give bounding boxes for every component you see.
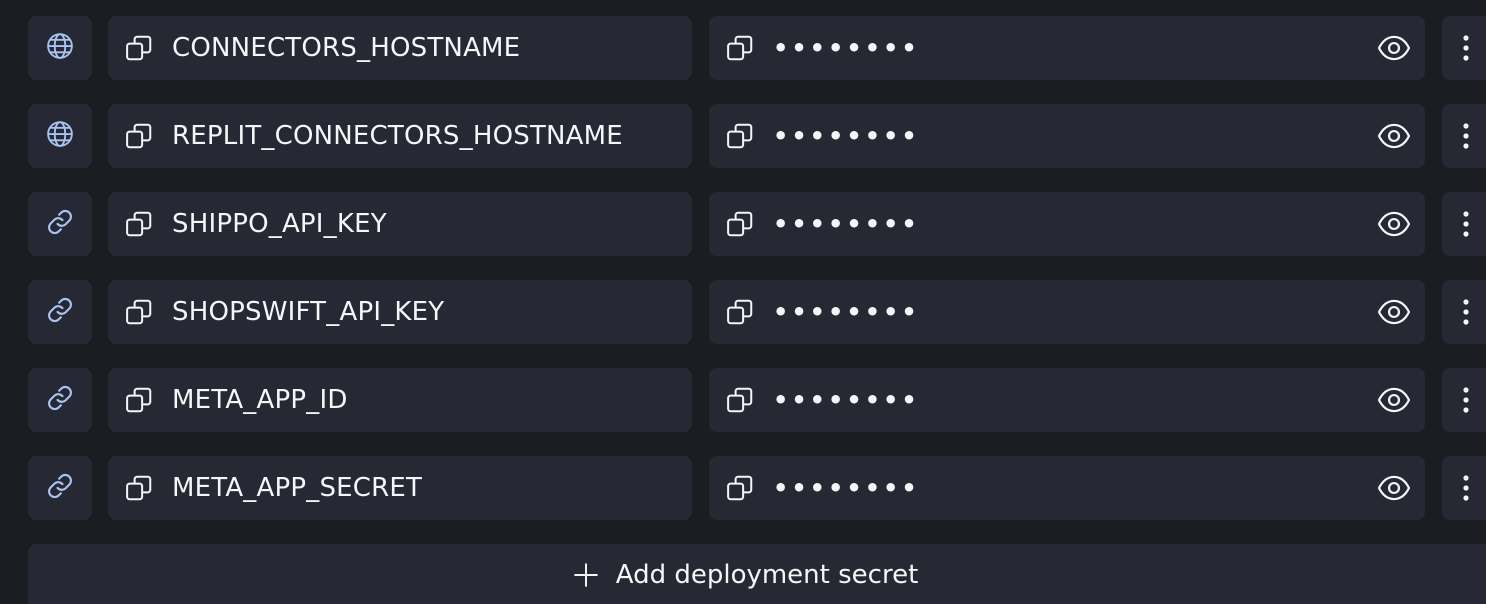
deployment-secrets-panel: CONNECTORS_HOSTNAME •••••••• REPLIT_CONN… <box>0 0 1486 604</box>
eye-icon[interactable] <box>1377 208 1411 240</box>
secret-value-field[interactable]: •••••••• <box>709 456 1425 520</box>
copy-icon[interactable] <box>725 121 755 151</box>
secret-value-field[interactable]: •••••••• <box>709 16 1425 80</box>
secret-type-indicator <box>28 192 92 256</box>
secret-type-indicator <box>28 280 92 344</box>
secret-type-indicator <box>28 104 92 168</box>
row-menu-button[interactable] <box>1442 16 1486 80</box>
row-menu-button[interactable] <box>1442 280 1486 344</box>
copy-icon[interactable] <box>725 33 755 63</box>
secret-value-field[interactable]: •••••••• <box>709 368 1425 432</box>
link-icon <box>45 471 75 505</box>
secret-key-field[interactable]: CONNECTORS_HOSTNAME <box>108 16 692 80</box>
more-vertical-icon[interactable] <box>1456 32 1476 64</box>
link-icon <box>45 295 75 329</box>
globe-icon <box>45 119 75 153</box>
secret-row: META_APP_SECRET •••••••• <box>0 456 1486 520</box>
row-menu-button[interactable] <box>1442 104 1486 168</box>
copy-icon[interactable] <box>124 297 154 327</box>
secret-key-label: REPLIT_CONNECTORS_HOSTNAME <box>172 121 623 151</box>
copy-icon[interactable] <box>725 473 755 503</box>
link-icon <box>45 383 75 417</box>
copy-icon[interactable] <box>124 385 154 415</box>
add-button-content: Add deployment secret <box>572 560 919 590</box>
secret-type-indicator <box>28 368 92 432</box>
more-vertical-icon[interactable] <box>1456 384 1476 416</box>
more-vertical-icon[interactable] <box>1456 296 1476 328</box>
copy-icon[interactable] <box>725 297 755 327</box>
more-vertical-icon[interactable] <box>1456 472 1476 504</box>
copy-icon[interactable] <box>725 209 755 239</box>
secret-key-field[interactable]: META_APP_SECRET <box>108 456 692 520</box>
secret-row: CONNECTORS_HOSTNAME •••••••• <box>0 16 1486 80</box>
secret-key-label: CONNECTORS_HOSTNAME <box>172 33 521 63</box>
secret-value-field[interactable]: •••••••• <box>709 104 1425 168</box>
secret-row: SHIPPO_API_KEY •••••••• <box>0 192 1486 256</box>
secret-row: REPLIT_CONNECTORS_HOSTNAME •••••••• <box>0 104 1486 168</box>
secret-key-label: SHIPPO_API_KEY <box>172 209 387 239</box>
more-vertical-icon[interactable] <box>1456 208 1476 240</box>
copy-icon[interactable] <box>725 385 755 415</box>
link-icon <box>45 207 75 241</box>
plus-icon <box>572 561 600 589</box>
secret-key-label: META_APP_ID <box>172 385 348 415</box>
eye-icon[interactable] <box>1377 384 1411 416</box>
globe-icon <box>45 31 75 65</box>
copy-icon[interactable] <box>124 473 154 503</box>
copy-icon[interactable] <box>124 209 154 239</box>
secret-value-field[interactable]: •••••••• <box>709 280 1425 344</box>
masked-secret-value: •••••••• <box>773 298 920 326</box>
secret-key-field[interactable]: SHOPSWIFT_API_KEY <box>108 280 692 344</box>
eye-icon[interactable] <box>1377 472 1411 504</box>
secret-row: META_APP_ID •••••••• <box>0 368 1486 432</box>
eye-icon[interactable] <box>1377 120 1411 152</box>
secret-key-field[interactable]: META_APP_ID <box>108 368 692 432</box>
secret-value-field[interactable]: •••••••• <box>709 192 1425 256</box>
masked-secret-value: •••••••• <box>773 34 920 62</box>
masked-secret-value: •••••••• <box>773 474 920 502</box>
masked-secret-value: •••••••• <box>773 386 920 414</box>
secret-row: SHOPSWIFT_API_KEY •••••••• <box>0 280 1486 344</box>
row-menu-button[interactable] <box>1442 456 1486 520</box>
secret-key-label: SHOPSWIFT_API_KEY <box>172 297 445 327</box>
more-vertical-icon[interactable] <box>1456 120 1476 152</box>
secret-key-field[interactable]: SHIPPO_API_KEY <box>108 192 692 256</box>
copy-icon[interactable] <box>124 33 154 63</box>
masked-secret-value: •••••••• <box>773 122 920 150</box>
secret-key-label: META_APP_SECRET <box>172 473 423 503</box>
eye-icon[interactable] <box>1377 32 1411 64</box>
masked-secret-value: •••••••• <box>773 210 920 238</box>
row-menu-button[interactable] <box>1442 368 1486 432</box>
secret-type-indicator <box>28 456 92 520</box>
add-button-label: Add deployment secret <box>615 560 919 590</box>
eye-icon[interactable] <box>1377 296 1411 328</box>
secret-type-indicator <box>28 16 92 80</box>
row-menu-button[interactable] <box>1442 192 1486 256</box>
secret-key-field[interactable]: REPLIT_CONNECTORS_HOSTNAME <box>108 104 692 168</box>
copy-icon[interactable] <box>124 121 154 151</box>
add-deployment-secret-button[interactable]: Add deployment secret <box>28 544 1486 604</box>
